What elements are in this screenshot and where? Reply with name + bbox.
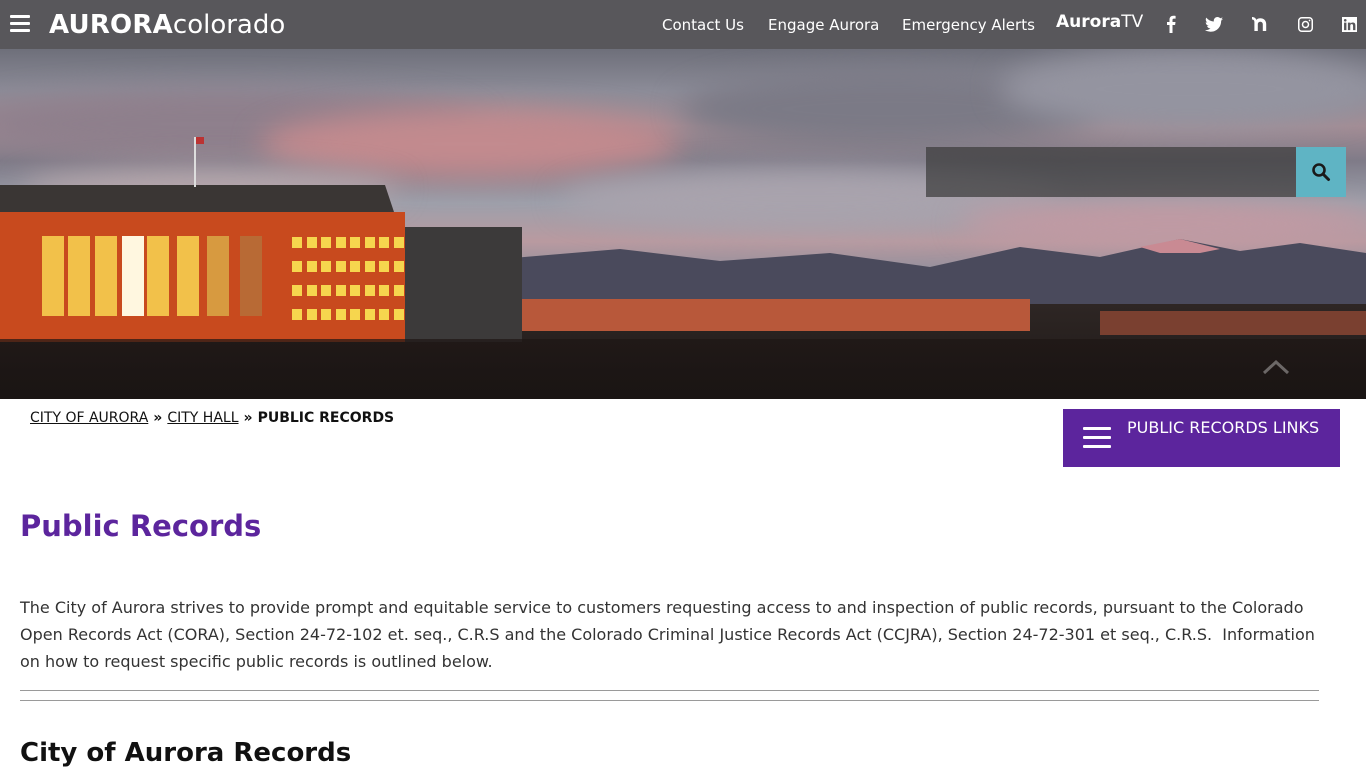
hamburger-icon [1083, 427, 1111, 454]
building-window [147, 236, 169, 316]
site-search [926, 147, 1346, 197]
building-window [379, 309, 389, 320]
section-title: City of Aurora Records [20, 738, 352, 768]
top-navigation-bar: AURORAcolorado Contact Us Engage Aurora … [0, 0, 1366, 49]
building-window [335, 237, 346, 248]
nextdoor-icon[interactable] [1249, 13, 1271, 35]
building-window [379, 285, 389, 296]
breadcrumb: CITY OF AURORA» CITY HALL» PUBLIC RECORDS [30, 409, 394, 427]
building-window [292, 261, 302, 272]
building-window [379, 261, 389, 272]
hamburger-menu-icon[interactable] [10, 15, 30, 33]
hero-low-building [470, 299, 1030, 331]
breadcrumb-city-of-aurora[interactable]: CITY OF AURORA [30, 410, 148, 426]
building-window [292, 309, 302, 320]
nav-emergency-alerts[interactable]: Emergency Alerts [902, 16, 1035, 34]
building-window [364, 237, 375, 248]
building-window [393, 261, 404, 272]
building-window [350, 309, 360, 320]
hero-low-building [1100, 311, 1366, 335]
search-input[interactable] [926, 147, 1296, 197]
breadcrumb-current: PUBLIC RECORDS [257, 410, 395, 426]
building-window [306, 285, 317, 296]
building-window [122, 236, 144, 316]
building-window [306, 237, 317, 248]
building-window [350, 237, 360, 248]
nav-engage-aurora[interactable]: Engage Aurora [768, 16, 879, 34]
instagram-icon[interactable] [1294, 13, 1316, 35]
building-window [350, 261, 360, 272]
page-title: Public Records [20, 509, 262, 543]
building-window [335, 309, 346, 320]
building-window [364, 261, 375, 272]
logo-light-text: colorado [172, 10, 286, 40]
building-window [335, 261, 346, 272]
building-window [292, 285, 302, 296]
breadcrumb-city-hall[interactable]: CITY HALL [167, 410, 238, 426]
building-window [207, 236, 229, 316]
public-records-links-label: PUBLIC RECORDS LINKS [1127, 418, 1320, 437]
linkedin-icon[interactable] [1338, 13, 1360, 35]
city-hall-roof [0, 185, 395, 215]
building-window [393, 237, 404, 248]
building-window [321, 309, 331, 320]
auroratv-light: TV [1121, 12, 1144, 32]
search-button[interactable] [1296, 147, 1346, 197]
building-window [306, 261, 317, 272]
building-window [177, 236, 199, 316]
building-window [321, 237, 331, 248]
building-window [379, 237, 389, 248]
divider [20, 690, 1319, 691]
logo-bold-text: AURORA [49, 10, 173, 40]
building-window [335, 285, 346, 296]
building-window [321, 261, 331, 272]
nav-contact-us[interactable]: Contact Us [662, 16, 744, 34]
chevron-up-icon[interactable] [1262, 359, 1290, 375]
hero-cloud [1000, 49, 1366, 129]
auroratv-bold: Aurora [1056, 12, 1122, 32]
hero-banner [0, 49, 1366, 399]
building-window [364, 309, 375, 320]
intro-paragraph: The City of Aurora strives to provide pr… [20, 598, 1315, 671]
building-window [350, 285, 360, 296]
twitter-icon[interactable] [1203, 13, 1225, 35]
divider [20, 700, 1319, 701]
building-window [292, 237, 302, 248]
breadcrumb-separator: » [153, 410, 163, 426]
facebook-icon[interactable] [1160, 13, 1182, 35]
building-window [95, 236, 117, 316]
building-window [306, 309, 317, 320]
search-icon [1312, 163, 1330, 181]
breadcrumb-separator: » [243, 410, 253, 426]
building-window [321, 285, 331, 296]
hero-cloud [260, 109, 680, 179]
building-window [393, 285, 404, 296]
public-records-links-button[interactable]: PUBLIC RECORDS LINKS [1063, 409, 1340, 467]
building-window [393, 309, 404, 320]
building-window [68, 236, 90, 316]
city-hall-side [405, 227, 522, 342]
building-window [42, 236, 64, 316]
flag [196, 137, 204, 144]
building-window [364, 285, 375, 296]
auroratv-link[interactable]: AuroraTV [1056, 12, 1143, 32]
building-window [240, 236, 262, 316]
hero-trees [0, 339, 1366, 399]
site-logo[interactable]: AURORAcolorado [49, 9, 285, 41]
flagpole [194, 137, 196, 187]
